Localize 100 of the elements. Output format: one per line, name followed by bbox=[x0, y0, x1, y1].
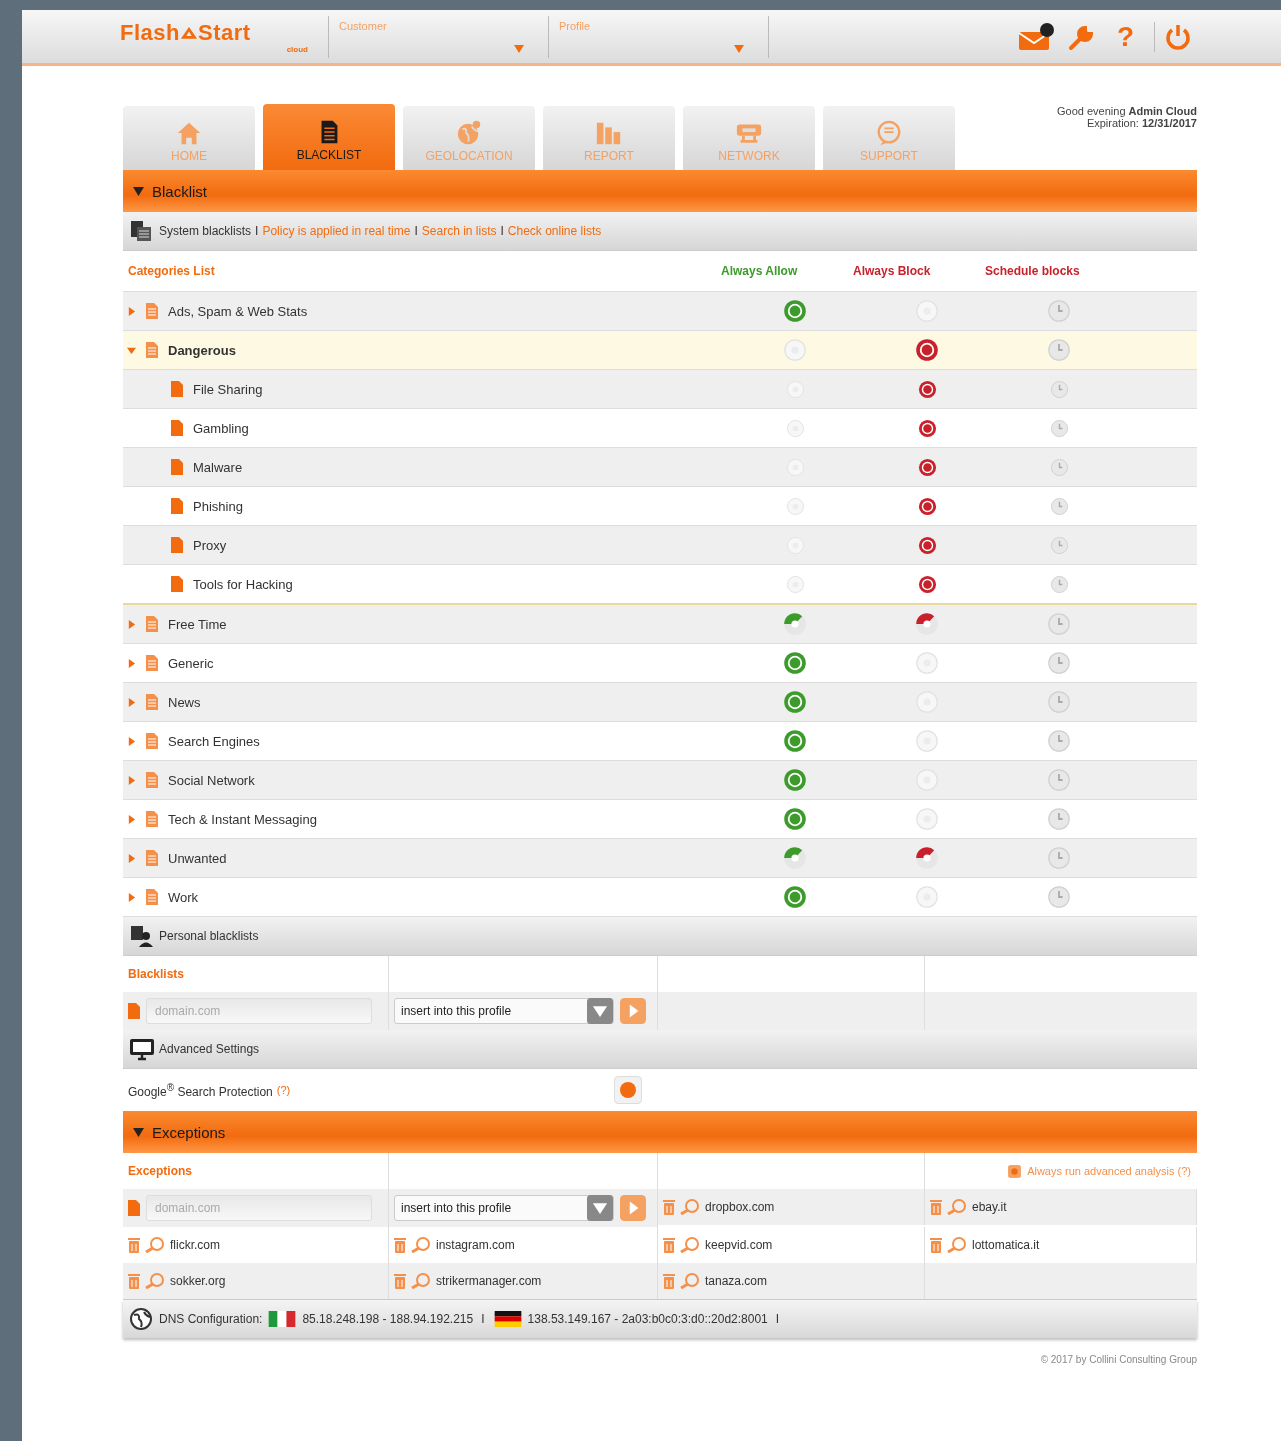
profile-select[interactable]: insert into this profile bbox=[394, 998, 614, 1024]
mail-icon[interactable] bbox=[1016, 21, 1055, 52]
radio-button[interactable] bbox=[785, 418, 805, 438]
toggle-switch[interactable] bbox=[614, 1076, 643, 1104]
search-icon[interactable] bbox=[410, 1237, 432, 1253]
trash-icon[interactable] bbox=[663, 1273, 675, 1289]
radio-button[interactable] bbox=[785, 574, 805, 594]
trash-icon[interactable] bbox=[930, 1199, 942, 1215]
play-button[interactable] bbox=[620, 1195, 646, 1221]
radio-button[interactable] bbox=[783, 690, 807, 714]
clock-icon[interactable] bbox=[1049, 379, 1069, 399]
clock-icon[interactable] bbox=[1047, 612, 1071, 636]
clock-icon[interactable] bbox=[1047, 299, 1071, 323]
clock-icon[interactable] bbox=[1047, 690, 1071, 714]
trash-icon[interactable] bbox=[128, 1237, 140, 1253]
category-name[interactable]: Dangerous bbox=[168, 342, 236, 358]
partial-radio[interactable] bbox=[783, 612, 807, 636]
radio-button[interactable] bbox=[915, 885, 939, 909]
category-name[interactable]: Social Network bbox=[168, 772, 255, 788]
category-name[interactable]: Malware bbox=[193, 459, 243, 475]
category-name[interactable]: Unwanted bbox=[168, 850, 227, 866]
domain-input[interactable]: domain.com bbox=[146, 1195, 372, 1221]
clock-icon[interactable] bbox=[1049, 457, 1069, 477]
domain-input[interactable]: domain.com bbox=[146, 998, 372, 1024]
search-icon[interactable] bbox=[946, 1199, 968, 1215]
category-name[interactable]: Tools for Hacking bbox=[193, 576, 293, 592]
clock-icon[interactable] bbox=[1049, 574, 1069, 594]
category-name[interactable]: Free Time bbox=[168, 616, 227, 632]
partial-radio[interactable] bbox=[783, 846, 807, 870]
trash-icon[interactable] bbox=[663, 1237, 675, 1253]
dropdown-button[interactable] bbox=[587, 998, 613, 1024]
radio-button[interactable] bbox=[915, 807, 939, 831]
search-icon[interactable] bbox=[410, 1273, 432, 1289]
caret-icon[interactable] bbox=[127, 814, 136, 824]
clock-icon[interactable] bbox=[1049, 496, 1069, 516]
caret-icon[interactable] bbox=[127, 697, 136, 707]
power-icon[interactable] bbox=[1154, 21, 1193, 52]
caret-icon[interactable] bbox=[127, 775, 136, 785]
partial-radio[interactable] bbox=[915, 612, 939, 636]
category-name[interactable]: Gambling bbox=[193, 420, 249, 436]
radio-button[interactable] bbox=[917, 418, 937, 438]
profile-select[interactable]: insert into this profile bbox=[394, 1195, 614, 1221]
radio-button[interactable] bbox=[917, 496, 937, 516]
radio-button[interactable] bbox=[783, 651, 807, 675]
search-icon[interactable] bbox=[679, 1199, 701, 1215]
clock-icon[interactable] bbox=[1049, 418, 1069, 438]
search-icon[interactable] bbox=[679, 1237, 701, 1253]
caret-icon[interactable] bbox=[127, 306, 136, 316]
search-icon[interactable] bbox=[144, 1237, 166, 1253]
radio-button[interactable] bbox=[915, 338, 939, 362]
trash-icon[interactable] bbox=[394, 1273, 406, 1289]
trash-icon[interactable] bbox=[663, 1199, 675, 1215]
radio-button[interactable] bbox=[783, 729, 807, 753]
trash-icon[interactable] bbox=[930, 1237, 942, 1253]
clock-icon[interactable] bbox=[1047, 338, 1071, 362]
clock-icon[interactable] bbox=[1047, 651, 1071, 675]
radio-button[interactable] bbox=[917, 574, 937, 594]
category-name[interactable]: Search Engines bbox=[168, 733, 260, 749]
radio-button[interactable] bbox=[785, 496, 805, 516]
clock-icon[interactable] bbox=[1047, 846, 1071, 870]
trash-icon[interactable] bbox=[394, 1237, 406, 1253]
caret-icon[interactable] bbox=[127, 658, 136, 668]
radio-button[interactable] bbox=[783, 299, 807, 323]
nav-tab[interactable]: BLACKLIST bbox=[263, 104, 395, 170]
category-name[interactable]: Phishing bbox=[193, 498, 243, 514]
clock-icon[interactable] bbox=[1049, 535, 1069, 555]
category-name[interactable]: Generic bbox=[168, 655, 214, 671]
category-name[interactable]: Tech & Instant Messaging bbox=[168, 811, 317, 827]
caret-icon[interactable] bbox=[127, 736, 136, 746]
caret-icon[interactable] bbox=[127, 853, 136, 863]
radio-button[interactable] bbox=[783, 885, 807, 909]
caret-icon[interactable] bbox=[127, 619, 136, 629]
radio-button[interactable] bbox=[915, 651, 939, 675]
radio-button[interactable] bbox=[917, 457, 937, 477]
caret-icon[interactable] bbox=[127, 345, 136, 355]
category-name[interactable]: Proxy bbox=[193, 537, 227, 553]
partial-radio[interactable] bbox=[915, 846, 939, 870]
radio-button[interactable] bbox=[783, 338, 807, 362]
category-name[interactable]: Work bbox=[168, 889, 199, 905]
play-button[interactable] bbox=[620, 998, 646, 1024]
section-header[interactable]: Blacklist bbox=[123, 170, 1197, 212]
radio-button[interactable] bbox=[783, 807, 807, 831]
search-icon[interactable] bbox=[144, 1273, 166, 1289]
radio-button[interactable] bbox=[917, 379, 937, 399]
checkbox[interactable] bbox=[1008, 1164, 1022, 1178]
category-name[interactable]: News bbox=[168, 694, 201, 710]
clock-icon[interactable] bbox=[1047, 807, 1071, 831]
search-icon[interactable] bbox=[946, 1237, 968, 1253]
radio-button[interactable] bbox=[783, 768, 807, 792]
trash-icon[interactable] bbox=[128, 1273, 140, 1289]
clock-icon[interactable] bbox=[1047, 768, 1071, 792]
clock-icon[interactable] bbox=[1047, 885, 1071, 909]
radio-button[interactable] bbox=[915, 729, 939, 753]
search-icon[interactable] bbox=[679, 1273, 701, 1289]
category-name[interactable]: Ads, Spam & Web Stats bbox=[168, 303, 308, 319]
radio-button[interactable] bbox=[917, 535, 937, 555]
category-name[interactable]: File Sharing bbox=[193, 381, 263, 397]
clock-icon[interactable] bbox=[1047, 729, 1071, 753]
section-header[interactable]: Exceptions bbox=[123, 1111, 1197, 1153]
dropdown-button[interactable] bbox=[587, 1195, 613, 1221]
